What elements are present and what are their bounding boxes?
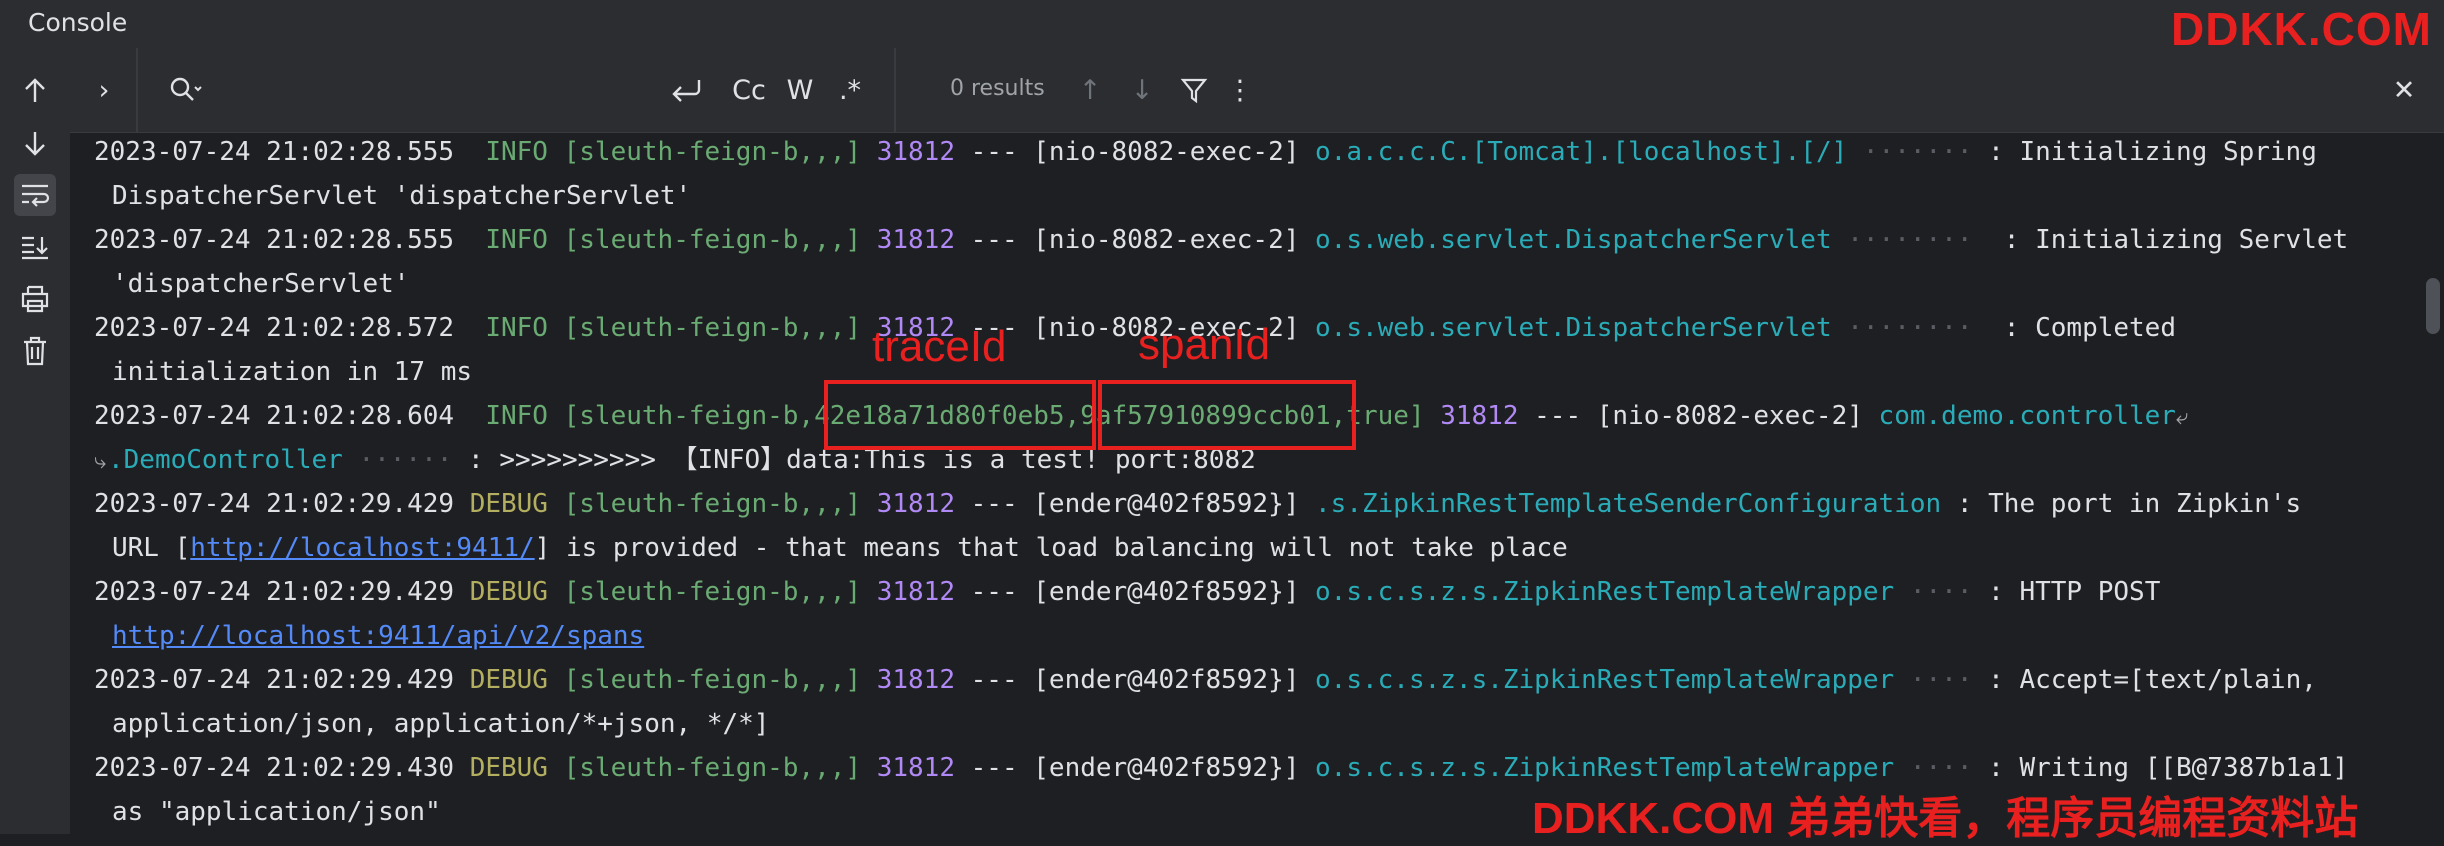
more-vertical-icon: ⋮ bbox=[1226, 74, 1254, 106]
next-occurrence-button[interactable]: ↓ bbox=[1122, 68, 1162, 112]
wrap-arrow-icon: ⤷ bbox=[94, 449, 107, 474]
search-input[interactable] bbox=[220, 70, 724, 112]
vertical-scrollbar[interactable] bbox=[2426, 278, 2440, 334]
scroll-down-button[interactable] bbox=[14, 122, 56, 164]
close-icon: ✕ bbox=[2392, 74, 2416, 106]
chevron-right-icon: › bbox=[98, 74, 110, 106]
log-line: 2023-07-24 21:02:28.555 INFO [sleuth-fei… bbox=[94, 225, 2349, 255]
title-bar: Console DDKK.COM bbox=[0, 0, 2444, 55]
arrow-up-icon bbox=[25, 78, 45, 102]
trace-id-label: traceId bbox=[872, 322, 1007, 371]
wrap-arrow-icon: ⤶ bbox=[2175, 405, 2189, 430]
return-icon bbox=[672, 80, 701, 102]
log-line-continuation: as "application/json" bbox=[112, 797, 441, 827]
trash-icon bbox=[24, 336, 46, 366]
log-line-continuation: initialization in 17 ms bbox=[112, 357, 473, 387]
more-options-button[interactable]: ⋮ bbox=[1220, 68, 1260, 112]
log-line: 2023-07-24 21:02:29.429 DEBUG [sleuth-fe… bbox=[94, 577, 2161, 607]
zipkin-link[interactable]: http://localhost:9411/ bbox=[190, 533, 534, 563]
log-line: 2023-07-24 21:02:29.429 DEBUG [sleuth-fe… bbox=[94, 489, 2302, 519]
toolbar-divider bbox=[136, 48, 138, 132]
print-button[interactable] bbox=[14, 278, 56, 320]
printer-icon bbox=[21, 285, 49, 313]
search-toolbar: › Cc W .* 0 results ↑ ↓ ⋮ ✕ bbox=[70, 48, 2444, 133]
arrow-down-icon bbox=[25, 132, 45, 156]
log-line: 2023-07-24 21:02:29.429 DEBUG [sleuth-fe… bbox=[94, 665, 2317, 695]
match-case-button[interactable]: Cc bbox=[724, 68, 774, 112]
span-id-highlight-box bbox=[1098, 380, 1356, 450]
arrow-down-icon: ↓ bbox=[1130, 74, 1154, 106]
regex-button[interactable]: .* bbox=[830, 68, 870, 112]
log-line-continuation: DispatcherServlet 'dispatcherServlet' bbox=[112, 181, 692, 211]
log-line-continuation: URL [http://localhost:9411/] is provided… bbox=[112, 533, 1568, 563]
filter-button[interactable] bbox=[1174, 68, 1214, 112]
scroll-up-button[interactable] bbox=[14, 70, 56, 112]
new-line-button[interactable] bbox=[664, 68, 708, 112]
log-line-continuation: application/json, application/*+json, */… bbox=[112, 709, 770, 739]
search-history-button[interactable] bbox=[164, 68, 208, 112]
zipkin-spans-link[interactable]: http://localhost:9411/api/v2/spans bbox=[112, 621, 644, 651]
log-line-continuation: http://localhost:9411/api/v2/spans bbox=[112, 616, 644, 656]
log-line-continuation: 'dispatcherServlet' bbox=[112, 269, 410, 299]
soft-wrap-button[interactable] bbox=[14, 174, 56, 216]
clear-all-button[interactable] bbox=[14, 330, 56, 372]
left-toolbar bbox=[0, 48, 71, 834]
arrow-up-icon: ↑ bbox=[1078, 74, 1102, 106]
window-title: Console bbox=[28, 8, 128, 37]
toolbar-divider bbox=[894, 48, 896, 132]
expand-search-button[interactable]: › bbox=[84, 68, 124, 112]
span-id-label: spanId bbox=[1138, 320, 1271, 369]
whole-words-button[interactable]: W bbox=[780, 68, 820, 112]
close-search-button[interactable]: ✕ bbox=[2384, 68, 2424, 112]
scroll-to-end-button[interactable] bbox=[14, 226, 56, 268]
search-results-count: 0 results bbox=[950, 76, 1045, 101]
scroll-to-end-icon bbox=[22, 236, 48, 260]
filter-icon bbox=[1180, 78, 1208, 104]
soft-wrap-icon bbox=[22, 184, 50, 207]
previous-occurrence-button[interactable]: ↑ bbox=[1070, 68, 1110, 112]
trace-id-highlight-box bbox=[824, 380, 1096, 450]
console-output[interactable]: 2023-07-24 21:02:28.555 INFO [sleuth-fei… bbox=[70, 132, 2424, 834]
search-icon bbox=[170, 77, 202, 101]
log-line: 2023-07-24 21:02:28.572 INFO [sleuth-fei… bbox=[94, 313, 2176, 343]
log-line: 2023-07-24 21:02:28.555 INFO [sleuth-fei… bbox=[94, 137, 2317, 167]
watermark-bottom: DDKK.COM 弟弟快看，程序员编程资料站 bbox=[1532, 794, 2359, 843]
